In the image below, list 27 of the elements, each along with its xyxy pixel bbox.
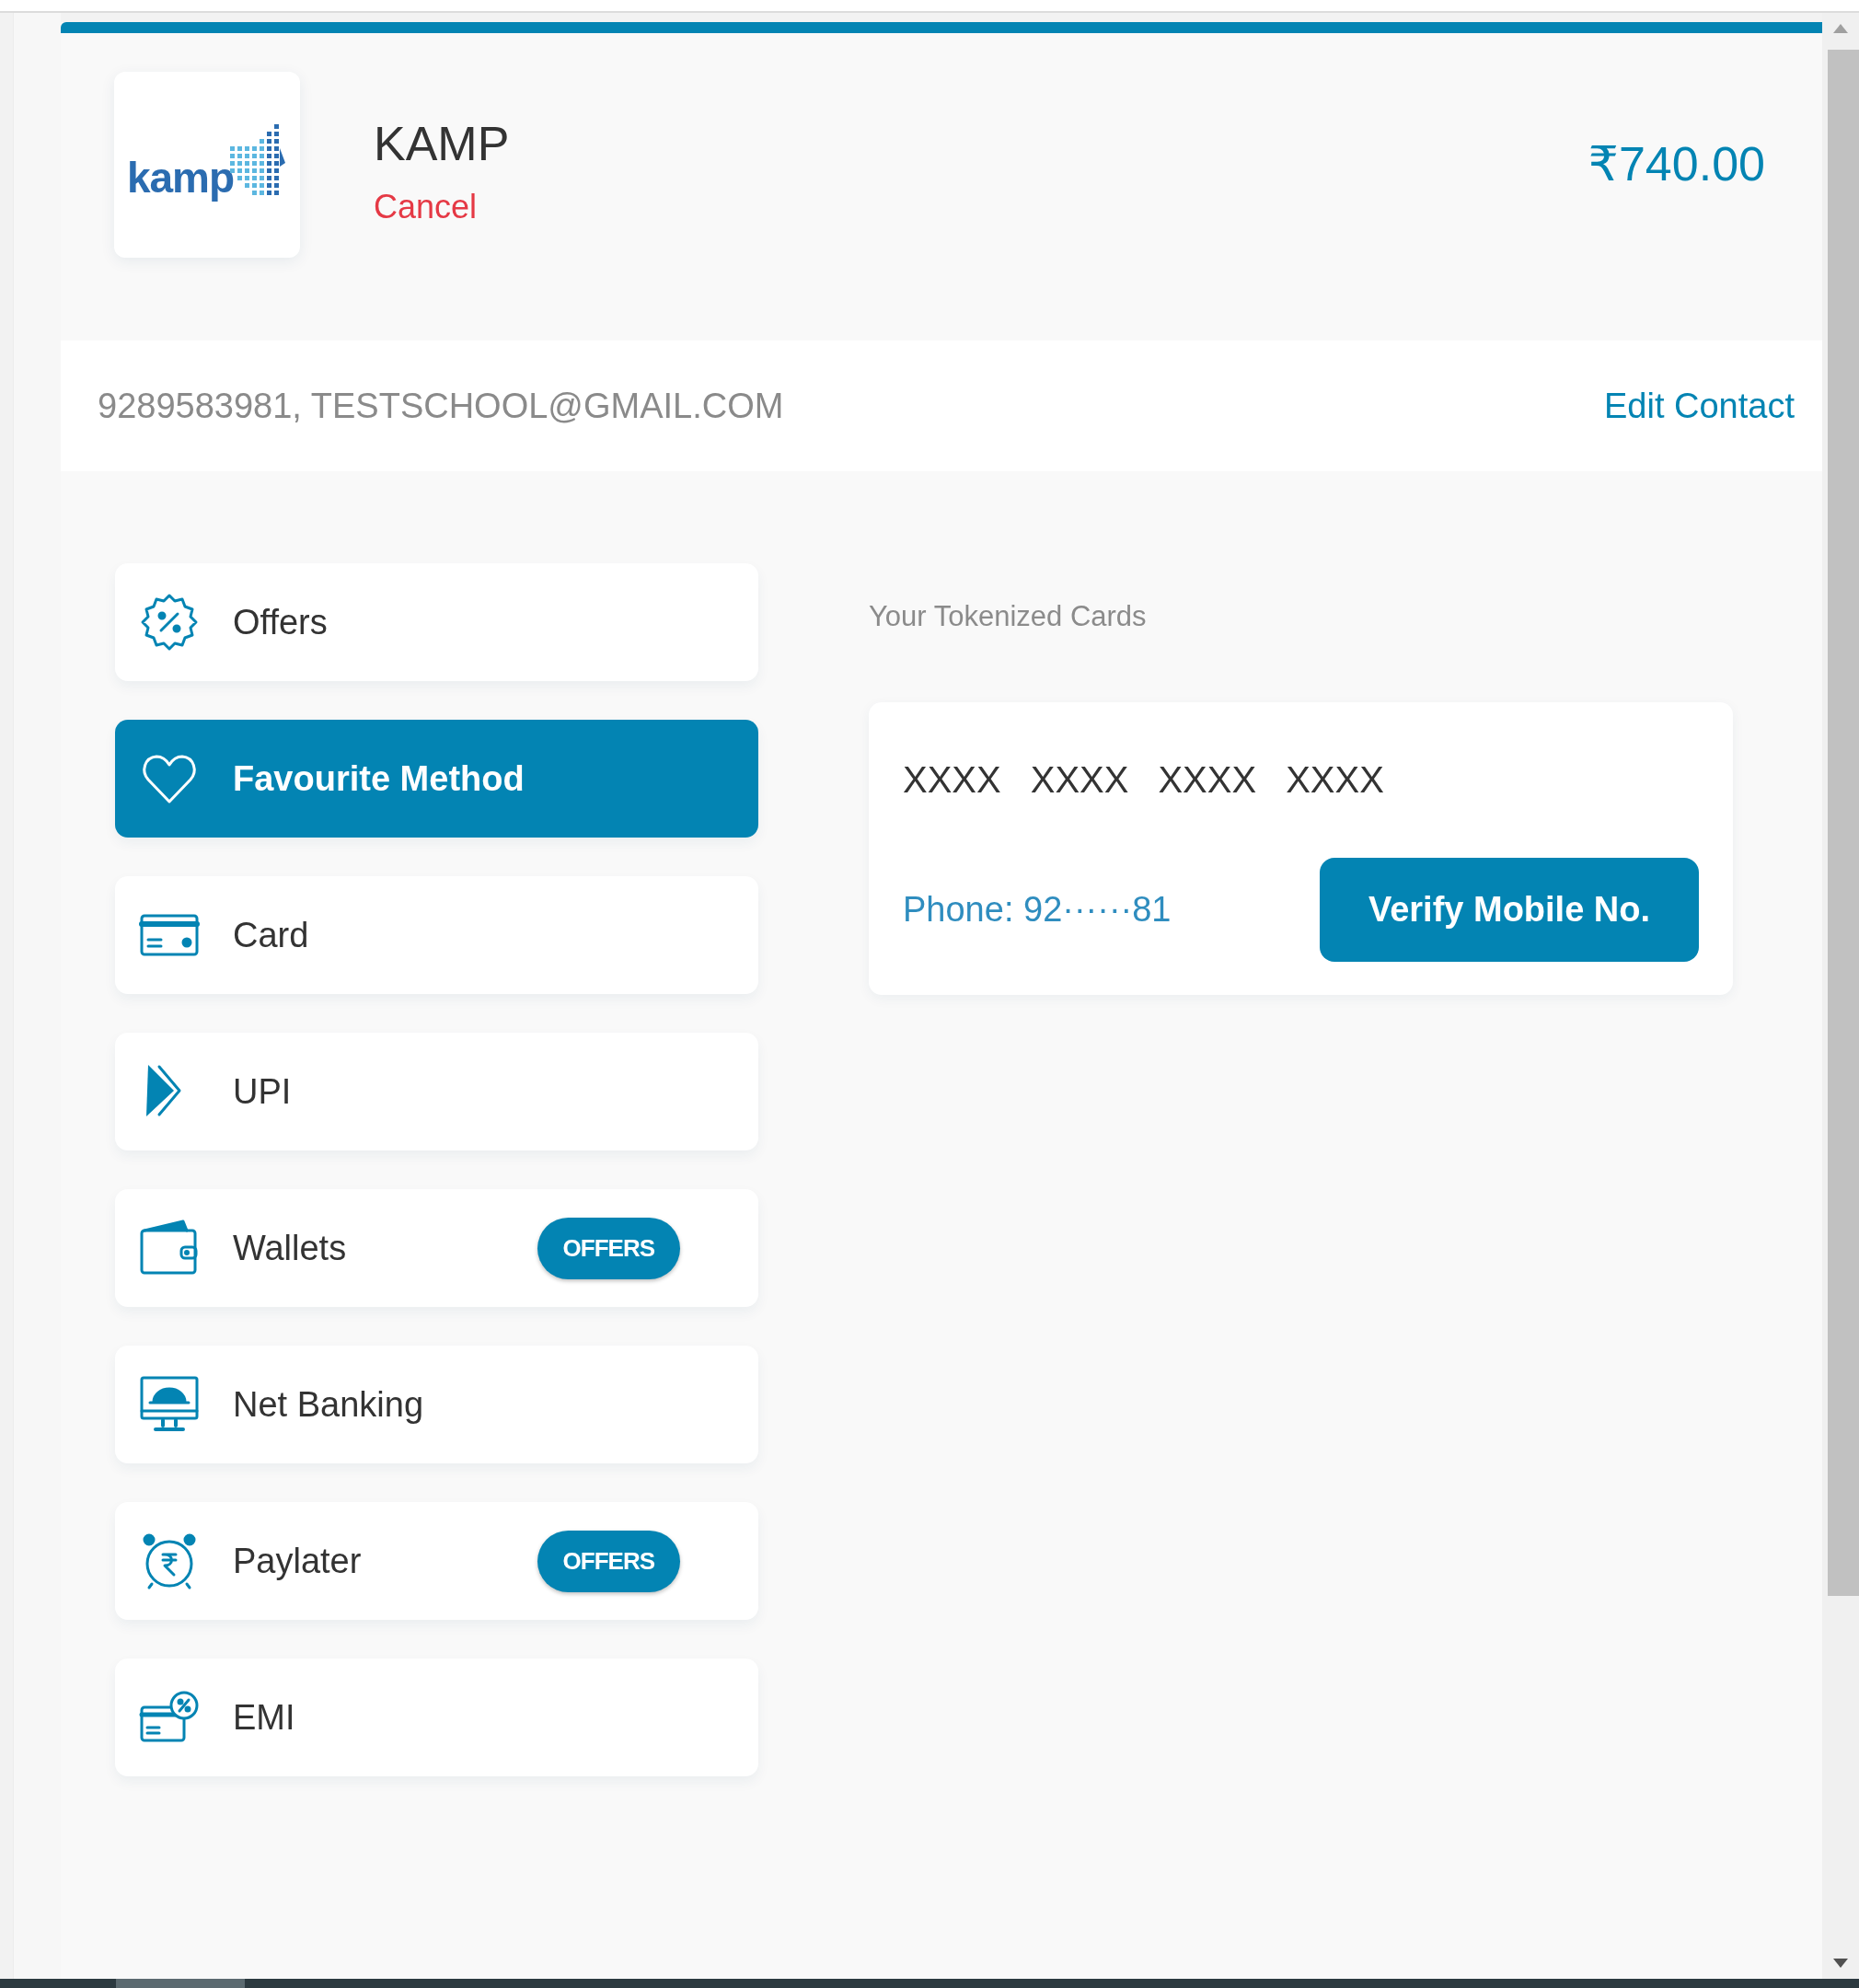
payment-method-item[interactable]: EMI — [115, 1659, 758, 1776]
verify-mobile-button[interactable]: Verify Mobile No. — [1320, 858, 1699, 962]
payment-method-item[interactable]: Favourite Method — [115, 720, 758, 838]
masked-phone: Phone: 92······81 — [903, 890, 1172, 930]
amount: ₹740.00 — [1588, 136, 1765, 191]
payment-method-item[interactable]: Offers — [115, 563, 758, 681]
logo-text: kamp — [126, 153, 235, 202]
scrollbar-thumb[interactable] — [1828, 50, 1859, 1596]
merchant-name: KAMP — [374, 116, 510, 171]
scroll-down-icon[interactable] — [1833, 1959, 1848, 1968]
scroll-up-icon[interactable] — [1833, 24, 1848, 33]
card-number-group: XXXX — [903, 759, 1001, 801]
edit-contact-link[interactable]: Edit Contact — [1604, 386, 1795, 426]
section-title: Your Tokenized Cards — [869, 600, 1148, 633]
card-number-group: XXXX — [1030, 759, 1129, 801]
payment-method-item[interactable]: Paylater OFFERS — [115, 1502, 758, 1620]
card-number-group: XXXX — [1286, 759, 1384, 801]
offers-badge: OFFERS — [537, 1530, 680, 1592]
contact-details: 9289583981, TESTSCHOOL@GMAIL.COM — [98, 386, 784, 426]
payment-method-item[interactable]: Card — [115, 876, 758, 994]
payment-method-item[interactable]: UPI — [115, 1033, 758, 1150]
payment-method-item[interactable]: Net Banking — [115, 1346, 758, 1463]
card-number-group: XXXX — [1158, 759, 1257, 801]
offers-badge: OFFERS — [537, 1217, 680, 1279]
percent-badge-icon — [139, 592, 200, 653]
payment-method-item[interactable]: Wallets OFFERS — [115, 1189, 758, 1307]
cancel-link[interactable]: Cancel — [374, 188, 510, 226]
